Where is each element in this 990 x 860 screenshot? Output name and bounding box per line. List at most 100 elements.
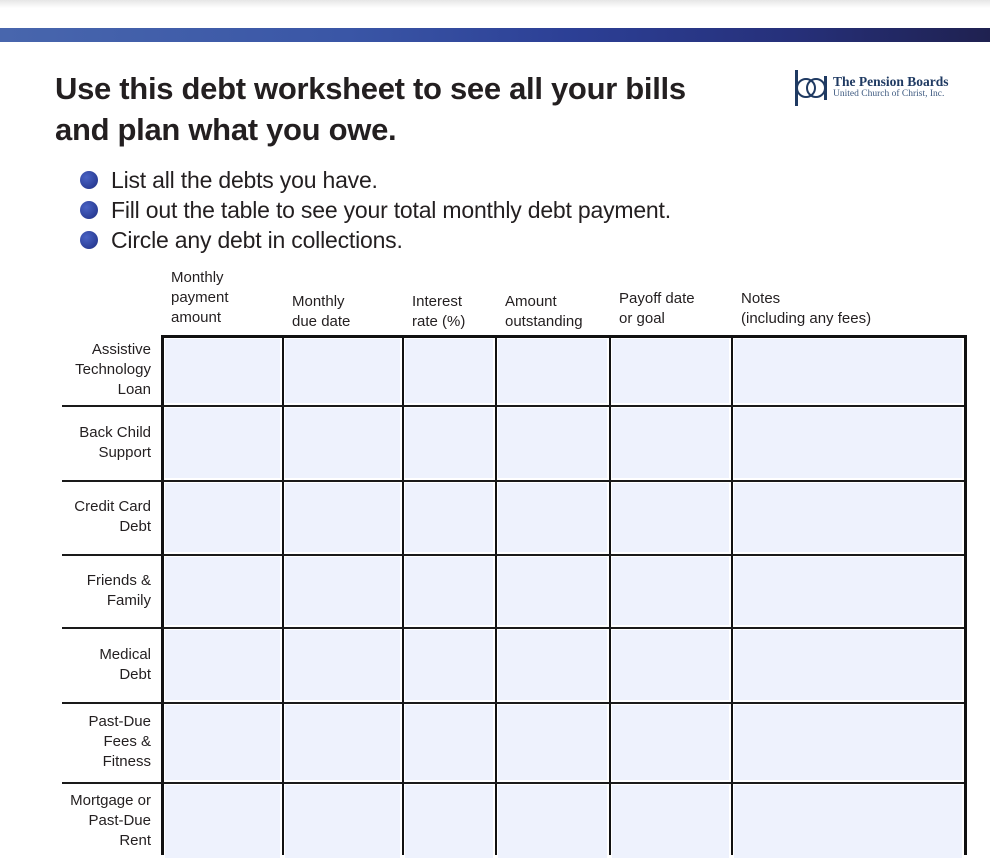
bullet-icon [80, 231, 98, 249]
cell-interest-rate[interactable] [405, 705, 493, 780]
table-row-divider [62, 702, 964, 704]
cell-monthly-payment[interactable] [165, 408, 280, 478]
cell-due-date[interactable] [285, 557, 400, 625]
cell-interest-rate[interactable] [405, 557, 493, 625]
cell-payoff[interactable] [612, 483, 729, 552]
row-label-line: Debt [119, 518, 151, 535]
bullet-icon [80, 201, 98, 219]
title-line-2: and plan what you owe. [55, 112, 397, 147]
cell-notes[interactable] [734, 705, 962, 780]
cell-payoff[interactable] [612, 557, 729, 625]
cell-notes[interactable] [734, 630, 962, 700]
cell-notes[interactable] [734, 408, 962, 478]
instruction-text: Fill out the table to see your total mon… [111, 196, 671, 223]
column-header-line: outstanding [505, 313, 583, 330]
instructions-list: List all the debts you have. Fill out th… [80, 165, 671, 255]
cell-due-date[interactable] [285, 705, 400, 780]
logo-name: The Pension Boards [833, 74, 949, 89]
cell-payoff[interactable] [612, 705, 729, 780]
column-header-line: due date [292, 313, 351, 330]
row-label: Past-Due Fees & Fitness [52, 702, 151, 782]
row-label-line: Fees & [103, 733, 151, 750]
instruction-item: List all the debts you have. [80, 165, 671, 195]
table-row-divider [62, 782, 964, 784]
cell-amount-outstanding[interactable] [498, 630, 607, 700]
column-header-line: Monthly [292, 293, 345, 310]
bullet-icon [80, 171, 98, 189]
cell-interest-rate[interactable] [405, 785, 493, 858]
cell-amount-outstanding[interactable] [498, 483, 607, 552]
row-label-line: Loan [117, 381, 151, 398]
column-header-interest-rate: Interest rate (%) [412, 292, 465, 332]
cell-payoff[interactable] [612, 785, 729, 858]
column-header-line: rate (%) [412, 313, 466, 330]
row-label-line: Mortgage or [70, 792, 151, 809]
organization-logo: The Pension Boards United Church of Chri… [793, 68, 949, 108]
cell-due-date[interactable] [285, 785, 400, 858]
cell-due-date[interactable] [285, 483, 400, 552]
row-label-line: Fitness [102, 753, 151, 770]
table-column-divider [282, 335, 284, 855]
cell-monthly-payment[interactable] [165, 557, 280, 625]
row-label-line: Past-Due [88, 812, 151, 829]
column-header-due-date: Monthly due date [292, 292, 350, 332]
column-header-payoff: Payoff date or goal [619, 289, 695, 329]
logo-subtitle: United Church of Christ, Inc. [833, 89, 945, 99]
row-label: Back Child Support [52, 405, 151, 480]
row-label-line: Past-Due [88, 713, 151, 730]
row-label-line: Support [98, 443, 151, 461]
cell-due-date[interactable] [285, 630, 400, 700]
cell-notes[interactable] [734, 339, 962, 403]
table-row-divider [161, 335, 967, 338]
column-header-line: payment [171, 289, 229, 306]
cell-amount-outstanding[interactable] [498, 705, 607, 780]
cell-notes[interactable] [734, 557, 962, 625]
column-header-notes: Notes (including any fees) [741, 289, 871, 329]
cell-notes[interactable] [734, 785, 962, 858]
row-label-line: Debt [119, 665, 151, 683]
cell-interest-rate[interactable] [405, 339, 493, 403]
cell-notes[interactable] [734, 483, 962, 552]
cell-amount-outstanding[interactable] [498, 785, 607, 858]
table-column-divider [402, 335, 404, 855]
table-column-divider [731, 335, 733, 855]
cell-monthly-payment[interactable] [165, 483, 280, 552]
column-header-line: Notes [741, 290, 781, 307]
cell-payoff[interactable] [612, 408, 729, 478]
row-label-line: Assistive [91, 341, 151, 358]
instruction-text: List all the debts you have. [111, 166, 378, 193]
instruction-item: Circle any debt in collections. [80, 225, 671, 255]
column-header-line: Interest [412, 293, 463, 310]
cell-payoff[interactable] [612, 630, 729, 700]
cell-due-date[interactable] [285, 408, 400, 478]
cell-monthly-payment[interactable] [165, 705, 280, 780]
cell-payoff[interactable] [612, 339, 729, 403]
pension-boards-monogram-icon [793, 68, 829, 108]
cell-monthly-payment[interactable] [165, 630, 280, 700]
cell-interest-rate[interactable] [405, 408, 493, 478]
row-label-line: Friends & [86, 571, 151, 589]
title-line-1: Use this debt worksheet to see all your … [55, 71, 686, 106]
cell-monthly-payment[interactable] [165, 339, 280, 403]
row-label: Mortgage or Past-Due Rent [52, 782, 151, 860]
cell-amount-outstanding[interactable] [498, 339, 607, 403]
cell-due-date[interactable] [285, 339, 400, 403]
cell-amount-outstanding[interactable] [498, 557, 607, 625]
header-banner [0, 28, 990, 42]
table-row-divider [62, 554, 964, 556]
row-label-line: Family [106, 591, 151, 609]
instruction-item: Fill out the table to see your total mon… [80, 195, 671, 225]
cell-amount-outstanding[interactable] [498, 408, 607, 478]
page-title: Use this debt worksheet to see all your … [55, 68, 755, 150]
column-header-line: (including any fees) [741, 310, 872, 327]
cell-monthly-payment[interactable] [165, 785, 280, 858]
row-label-line: Medical [99, 645, 151, 663]
table-column-divider [964, 335, 967, 855]
column-header-line: Payoff date [619, 290, 695, 307]
page-top-edge [0, 0, 990, 8]
cell-interest-rate[interactable] [405, 483, 493, 552]
cell-interest-rate[interactable] [405, 630, 493, 700]
instruction-text: Circle any debt in collections. [111, 226, 403, 253]
row-label-line: Rent [119, 832, 151, 849]
table-row-divider [62, 480, 964, 482]
